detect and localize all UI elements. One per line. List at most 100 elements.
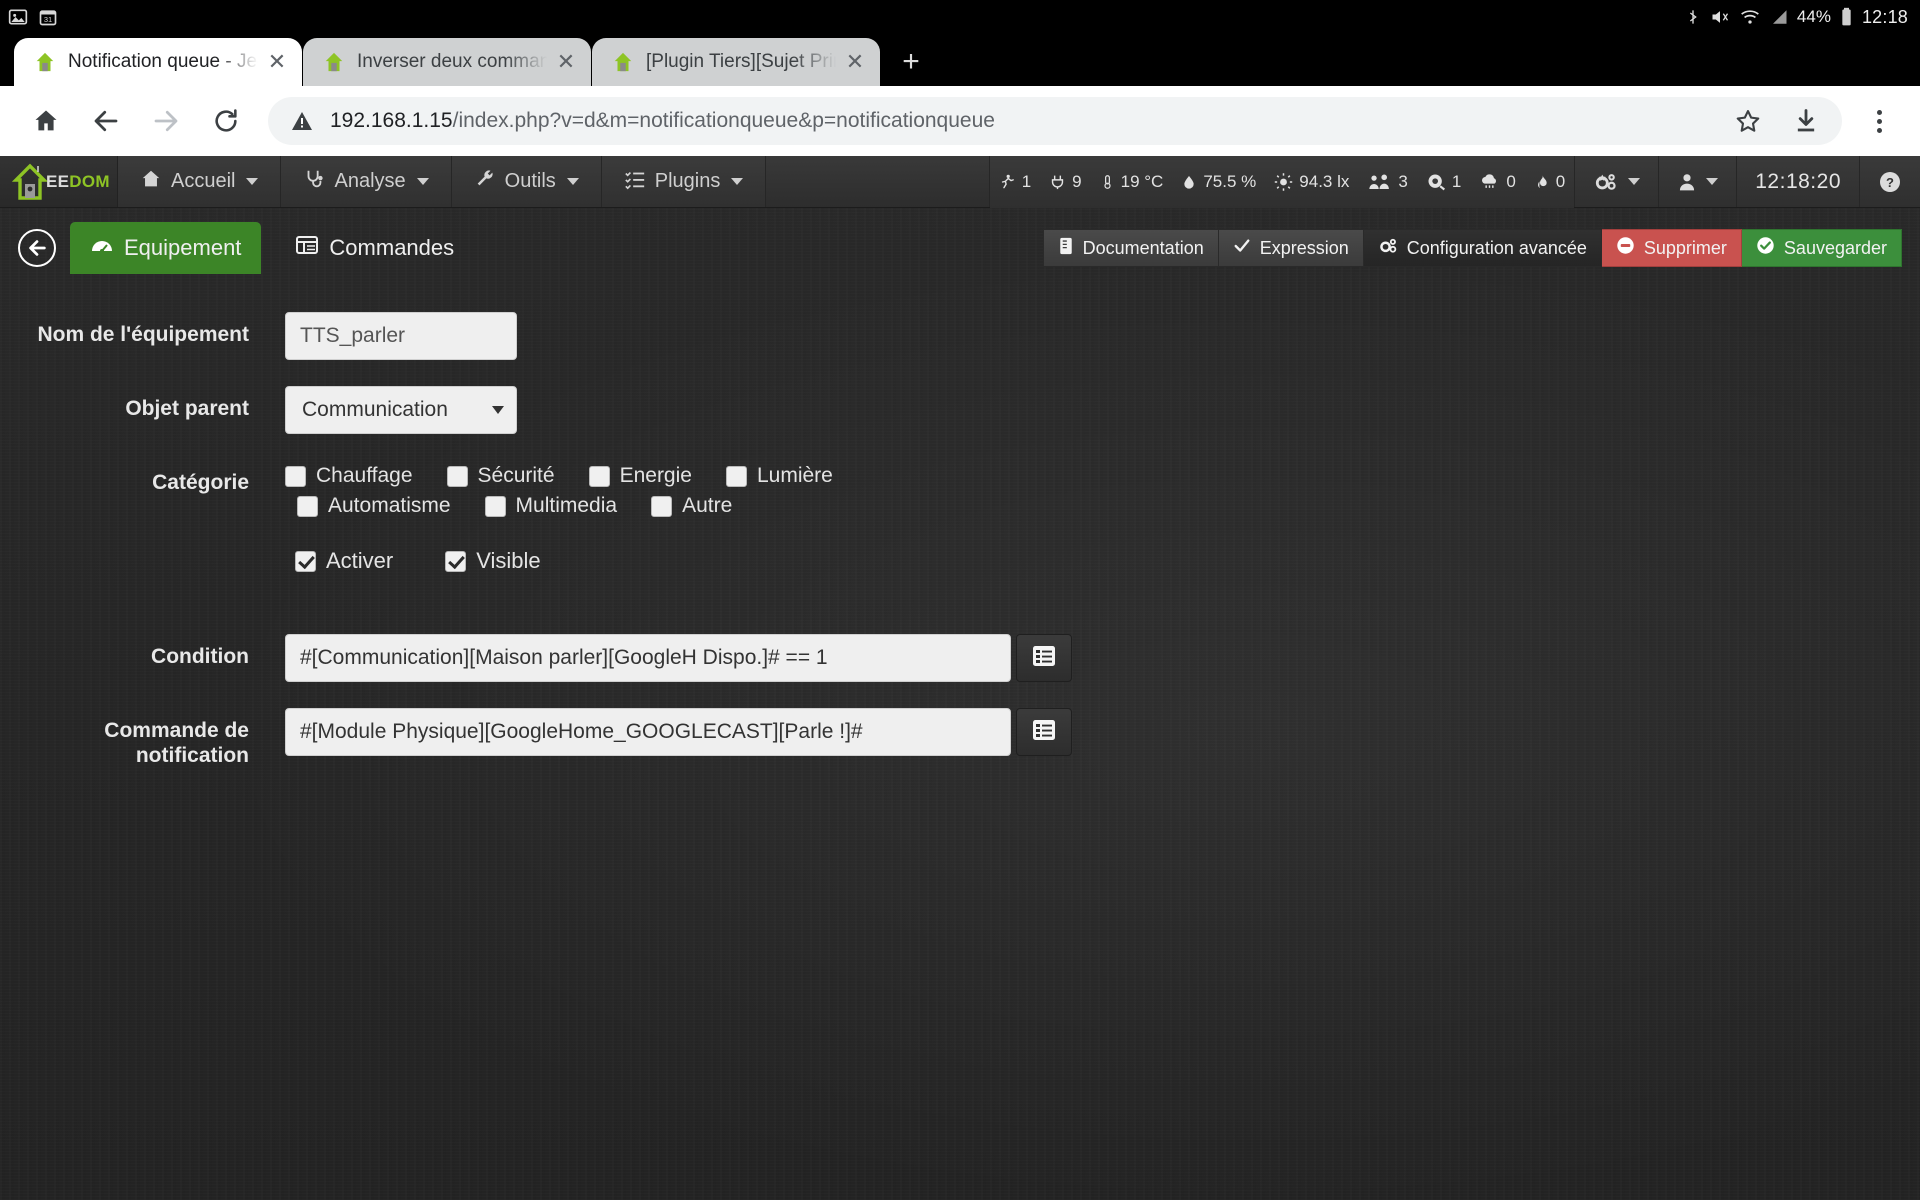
checkbox-visible[interactable]: Visible — [445, 548, 541, 574]
chevron-down-icon — [1706, 178, 1719, 185]
button-label: Expression — [1259, 237, 1349, 258]
summary-camera[interactable]: 1 — [1416, 156, 1471, 208]
advanced-configuration-button[interactable]: Configuration avancée — [1363, 229, 1602, 267]
nav-item-accueil[interactable]: Accueil — [118, 156, 282, 207]
browser-tab-1[interactable]: Inverser deux commandes su ✕ — [303, 38, 591, 86]
url-host: 192.168.1.15 — [330, 109, 453, 132]
svg-text:?: ? — [1886, 175, 1894, 190]
summary-plug[interactable]: 9 — [1040, 156, 1091, 208]
summary-motion[interactable]: 1 — [989, 156, 1041, 208]
checkbox-label: Multimedia — [515, 494, 618, 517]
mute-icon — [1710, 7, 1730, 27]
address-bar[interactable]: 192.168.1.15/index.php?v=d&m=notificatio… — [268, 97, 1842, 145]
new-tab-button[interactable]: + — [886, 38, 936, 86]
checkbox-box — [725, 465, 747, 487]
checkbox-energie[interactable]: Energie — [588, 464, 692, 488]
condition-picker-button[interactable] — [1016, 634, 1072, 682]
tab-close-icon[interactable]: ✕ — [264, 49, 290, 75]
summary-value: 75.5 % — [1203, 171, 1257, 191]
checkbox-label: Visible — [476, 548, 541, 573]
summary-humidity[interactable]: 75.5 % — [1172, 156, 1266, 208]
command-input[interactable]: #[Module Physique][GoogleHome_GOOGLECAST… — [285, 708, 1011, 756]
equipment-form: Nom de l'équipement TTS_parler Objet par… — [0, 274, 1920, 768]
user-menu-button[interactable] — [1658, 156, 1737, 207]
delete-button[interactable]: Supprimer — [1601, 229, 1742, 267]
browser-tab-strip: Notification queue - Jeedom ✕ Inverser d… — [0, 34, 1920, 86]
expression-button[interactable]: Expression — [1218, 229, 1364, 267]
nav-item-outils[interactable]: Outils — [451, 156, 602, 207]
summary-people[interactable]: 3 — [1358, 156, 1417, 208]
bluetooth-icon — [1685, 7, 1701, 27]
browser-tab-title: Notification queue - Jeedom — [68, 51, 258, 72]
checkbox-securite[interactable]: Sécurité — [446, 464, 555, 488]
tab-label: Commandes — [329, 235, 455, 260]
summary-value: 94.3 lx — [1299, 171, 1350, 191]
form-row-condition: Condition #[Communication][Maison parler… — [0, 634, 1920, 682]
arrow-circle-left-icon[interactable] — [18, 229, 56, 267]
download-icon[interactable] — [1778, 93, 1834, 149]
menu-icon[interactable] — [1856, 109, 1902, 133]
nav-item-plugins[interactable]: Plugins — [601, 156, 767, 207]
checkbox-multimedia[interactable]: Multimedia — [484, 494, 618, 518]
summary-rain[interactable]: 0 — [1470, 156, 1525, 208]
jeedom-logo[interactable]: EEDOM — [0, 156, 118, 207]
checkbox-autre[interactable]: Autre — [651, 494, 732, 518]
checkbox-automatisme[interactable]: Automatisme — [297, 494, 451, 518]
parent-control: Communication — [285, 386, 517, 434]
browser-tab-0[interactable]: Notification queue - Jeedom ✕ — [14, 38, 302, 86]
checkbox-box — [445, 550, 467, 572]
tab-label: Equipement — [124, 235, 242, 260]
forward-icon — [138, 93, 194, 149]
checkbox-activer[interactable]: Activer — [295, 548, 393, 574]
summary-value: 1 — [1021, 171, 1032, 191]
navbar-right: 12:18:20 ? — [1574, 156, 1920, 207]
tab-equipement[interactable]: Equipement — [70, 222, 262, 274]
brand-text-white: EE — [46, 171, 70, 191]
jeedom-page: EEDOM Accueil Analyse Outils Plugins 1 9… — [0, 156, 1920, 1200]
tab-close-icon[interactable]: ✕ — [842, 49, 868, 75]
name-input[interactable]: TTS_parler — [285, 312, 517, 360]
status-bar-left: 31 — [8, 7, 58, 27]
button-label: Sauvegarder — [1783, 237, 1887, 258]
jeedom-favicon — [323, 51, 345, 73]
tab-commandes[interactable]: Commandes — [275, 222, 474, 274]
command-picker-button[interactable] — [1016, 708, 1072, 756]
parent-select[interactable]: Communication — [285, 386, 517, 434]
save-button[interactable]: Sauvegarder — [1741, 229, 1902, 267]
chevron-down-icon — [731, 178, 744, 185]
minus-circle-icon — [1616, 236, 1635, 260]
back-icon[interactable] — [78, 93, 134, 149]
check-circle-icon — [1756, 236, 1775, 260]
documentation-button[interactable]: Documentation — [1042, 229, 1219, 267]
name-label: Nom de l'équipement — [37, 323, 249, 346]
battery-percent: 44% — [1796, 7, 1831, 26]
wifi-icon — [1739, 7, 1761, 27]
calendar-icon: 31 — [38, 7, 58, 27]
tab-close-icon[interactable]: ✕ — [553, 49, 579, 75]
category-label: Catégorie — [152, 471, 249, 494]
summary-fire[interactable]: 0 — [1524, 156, 1575, 208]
summary-luminosity[interactable]: 94.3 lx — [1265, 156, 1359, 208]
bookmark-star-icon[interactable] — [1720, 93, 1776, 149]
summary-temperature[interactable]: 19 °C — [1090, 156, 1173, 208]
reload-icon[interactable] — [198, 93, 254, 149]
svg-text:31: 31 — [44, 15, 52, 24]
image-icon — [8, 7, 28, 27]
url-path: /index.php?v=d&m=notificationqueue&p=not… — [452, 109, 995, 132]
nav-label: Analyse — [334, 170, 406, 192]
nav-item-analyse[interactable]: Analyse — [281, 156, 452, 207]
help-circle-icon[interactable]: ? — [1859, 156, 1920, 207]
check-icon — [1233, 237, 1251, 260]
home-icon[interactable] — [18, 93, 74, 149]
stethoscope-icon — [303, 168, 325, 196]
checkbox-chauffage[interactable]: Chauffage — [285, 464, 413, 488]
book-icon — [1058, 237, 1074, 260]
gears-icon — [1378, 237, 1398, 260]
checkbox-lumiere[interactable]: Lumière — [725, 464, 833, 488]
android-status-bar: 31 44% 12:18 — [0, 0, 1920, 34]
warning-triangle-icon[interactable] — [290, 109, 316, 133]
checkbox-label: Autre — [682, 494, 733, 517]
condition-input[interactable]: #[Communication][Maison parler][GoogleH … — [285, 634, 1011, 682]
browser-tab-2[interactable]: [Plugin Tiers][Sujet Principal] ✕ — [592, 38, 880, 86]
settings-menu-button[interactable] — [1574, 156, 1659, 207]
